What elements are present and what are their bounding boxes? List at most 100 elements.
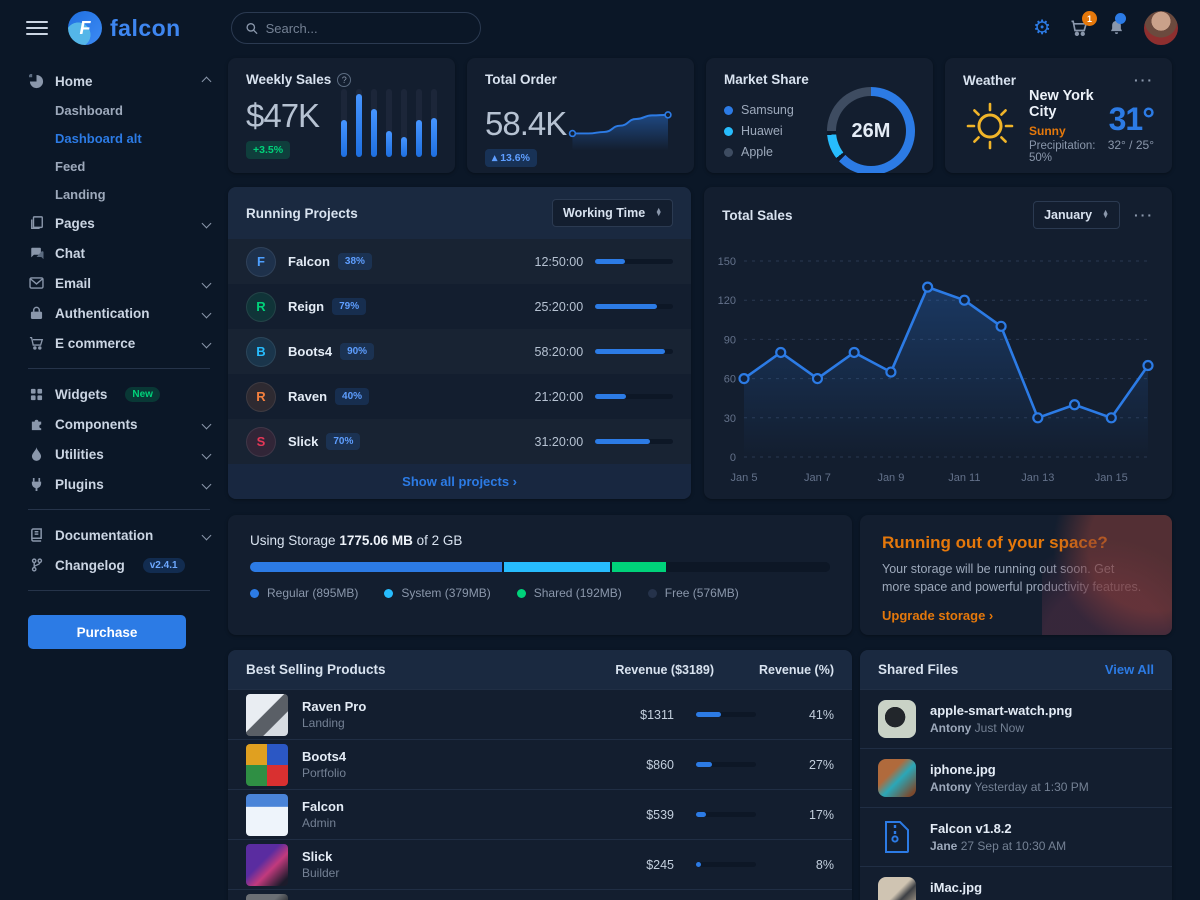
topbar: F falcon ⚙ 1 — [0, 0, 1200, 56]
column-header-revenue: Revenue ($3189) — [564, 663, 714, 677]
project-progress — [595, 259, 673, 264]
show-all-projects-link[interactable]: Show all projects › — [402, 474, 517, 489]
brand-logo[interactable]: F falcon — [68, 11, 181, 45]
best-selling-card: Best Selling Products Revenue ($3189) Re… — [228, 650, 852, 900]
product-revenue: $245 — [594, 858, 674, 872]
storage-title: Using Storage 1775.06 MB of 2 GB — [250, 533, 830, 548]
file-thumbnail — [878, 877, 916, 900]
file-user: Jane — [930, 839, 957, 853]
project-row: F Falcon 38% 12:50:00 — [228, 239, 691, 284]
cart-icon[interactable]: 1 — [1069, 18, 1089, 38]
sidebar-label: Email — [55, 276, 91, 291]
sidebar-label: E commerce — [55, 336, 135, 351]
sidebar-item-components[interactable]: Components — [28, 409, 210, 439]
month-select[interactable]: January ▲▼ — [1033, 201, 1120, 229]
chart-pie-icon — [28, 74, 45, 89]
plug-icon — [28, 477, 45, 491]
sidebar-item-home[interactable]: Home — [28, 66, 210, 96]
sidebar-item-feed[interactable]: Feed — [28, 152, 210, 180]
project-avatar: R — [246, 292, 276, 322]
falcon-logo-icon: F — [68, 11, 102, 45]
sidebar-item-widgets[interactable]: Widgets New — [28, 379, 210, 409]
storage-segment — [504, 562, 611, 572]
file-time: Just Now — [975, 721, 1024, 735]
help-icon[interactable]: ? — [337, 73, 351, 87]
sidebar-item-dashboard[interactable]: Dashboard — [28, 96, 210, 124]
code-branch-icon — [28, 558, 45, 572]
settings-gear-icon[interactable]: ⚙ — [1033, 18, 1051, 38]
sidebar-item-chat[interactable]: Chat — [28, 238, 210, 268]
project-time: 58:20:00 — [535, 345, 584, 359]
card-menu-icon[interactable]: ··· — [1134, 72, 1154, 88]
file-thumbnail — [878, 759, 916, 797]
shopping-cart-icon — [28, 336, 45, 350]
product-thumbnail — [246, 794, 288, 836]
sidebar-item-utilities[interactable]: Utilities — [28, 439, 210, 469]
bell-indicator-dot — [1115, 13, 1126, 24]
card-menu-icon[interactable]: ··· — [1134, 207, 1154, 223]
svg-text:60: 60 — [724, 374, 736, 386]
sidebar-item-pages[interactable]: Pages — [28, 208, 210, 238]
sidebar-item-authentication[interactable]: Authentication — [28, 298, 210, 328]
product-revenue: $860 — [594, 758, 674, 772]
storage-segment — [250, 562, 502, 572]
storage-progress-bar — [250, 562, 830, 572]
search-icon — [246, 22, 258, 35]
project-name: Slick — [288, 434, 318, 449]
svg-text:0: 0 — [730, 452, 736, 464]
svg-text:30: 30 — [724, 413, 736, 425]
file-user: Antony — [930, 721, 971, 735]
sidebar-label: Documentation — [55, 528, 153, 543]
chevron-up-icon — [202, 76, 212, 86]
legend-dot — [250, 589, 259, 598]
user-avatar[interactable] — [1144, 11, 1178, 45]
widgets-grid-icon — [28, 388, 45, 401]
chevron-down-icon — [202, 530, 212, 540]
sidebar-label: Changelog — [55, 558, 125, 573]
project-name: Boots4 — [288, 344, 332, 359]
total-order-value: 58.4K — [485, 105, 566, 143]
weekly-sales-card: Weekly Sales ? $47K +3.5% — [228, 58, 455, 173]
svg-text:150: 150 — [718, 256, 736, 268]
sidebar-item-email[interactable]: Email — [28, 268, 210, 298]
project-time: 21:20:00 — [535, 390, 584, 404]
project-time: 12:50:00 — [535, 255, 584, 269]
storage-card: Using Storage 1775.06 MB of 2 GB Regular… — [228, 515, 852, 635]
product-thumbnail — [246, 694, 288, 736]
project-name: Raven — [288, 389, 327, 404]
card-title: Weekly Sales — [246, 72, 331, 87]
sidebar: Home Dashboard Dashboard alt Feed Landin… — [0, 56, 228, 900]
sidebar-item-documentation[interactable]: Documentation — [28, 520, 210, 550]
search-input[interactable] — [266, 21, 466, 36]
notifications-bell-icon[interactable] — [1107, 18, 1126, 38]
product-name: Boots4 — [302, 749, 594, 764]
card-title: Running Projects — [246, 206, 358, 221]
project-row: S Slick 70% 31:20:00 — [228, 419, 691, 464]
select-value: Working Time — [563, 206, 645, 220]
sidebar-item-landing[interactable]: Landing — [28, 180, 210, 208]
purchase-button[interactable]: Purchase — [28, 615, 186, 649]
file-name[interactable]: apple-smart-watch.png — [930, 703, 1072, 718]
search-box[interactable] — [231, 12, 481, 44]
upgrade-storage-link[interactable]: Upgrade storage › — [882, 608, 993, 623]
legend-label: Shared (192MB) — [534, 586, 622, 600]
file-time: 27 Sep at 10:30 AM — [961, 839, 1066, 853]
sidebar-item-dashboard-alt[interactable]: Dashboard alt — [28, 124, 210, 152]
sidebar-item-changelog[interactable]: Changelog v2.4.1 — [28, 550, 210, 580]
weather-condition: Sunny — [1029, 124, 1096, 138]
brand-name: falcon — [110, 15, 181, 42]
project-avatar: R — [246, 382, 276, 412]
sidebar-item-plugins[interactable]: Plugins — [28, 469, 210, 499]
hamburger-menu-icon[interactable] — [26, 21, 48, 35]
view-all-link[interactable]: View All — [1105, 662, 1154, 677]
sidebar-label: Authentication — [55, 306, 150, 321]
sidebar-label: Chat — [55, 246, 85, 261]
file-name[interactable]: iphone.jpg — [930, 762, 1089, 777]
file-name[interactable]: Falcon v1.8.2 — [930, 821, 1066, 836]
legend-dot — [648, 589, 657, 598]
sidebar-item-ecommerce[interactable]: E commerce — [28, 328, 210, 358]
donut-center-value: 26M — [836, 96, 906, 166]
svg-text:Jan 13: Jan 13 — [1021, 472, 1054, 484]
working-time-select[interactable]: Working Time ▲▼ — [552, 199, 673, 227]
file-name[interactable]: iMac.jpg — [930, 880, 1072, 895]
